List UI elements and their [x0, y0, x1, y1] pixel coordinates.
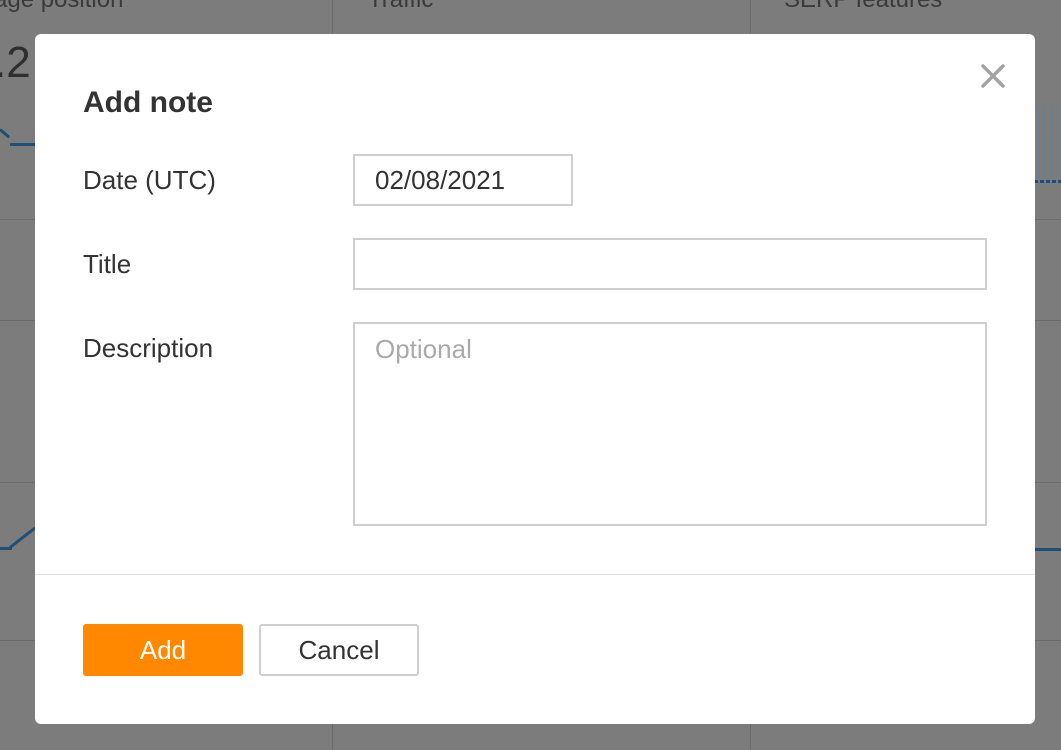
description-label: Description	[83, 333, 214, 363]
description-textarea[interactable]	[353, 322, 987, 526]
bg-column-label: SERP features	[784, 0, 942, 14]
dialog-title: Add note	[83, 86, 213, 119]
bg-chart-line	[9, 526, 37, 549]
bg-column-label: Traffic	[368, 0, 433, 14]
close-icon	[981, 64, 1005, 88]
bg-column-label: age position	[0, 0, 123, 14]
bg-chart-line	[1035, 548, 1061, 551]
bg-bar-chart	[1036, 105, 1061, 185]
bg-metric-value: .2	[0, 38, 31, 87]
bg-chart-line	[0, 128, 11, 139]
date-input[interactable]	[353, 154, 573, 206]
add-note-dialog: Add note Date (UTC) Title Description Ad…	[35, 34, 1035, 724]
title-label: Title	[83, 249, 132, 279]
cancel-button[interactable]: Cancel	[259, 624, 419, 676]
bg-chart-line	[10, 143, 36, 146]
dialog-footer-divider	[35, 574, 1035, 575]
add-button[interactable]: Add	[83, 624, 243, 676]
title-input[interactable]	[353, 238, 987, 290]
close-button[interactable]	[977, 60, 1009, 92]
date-label: Date (UTC)	[83, 165, 216, 195]
